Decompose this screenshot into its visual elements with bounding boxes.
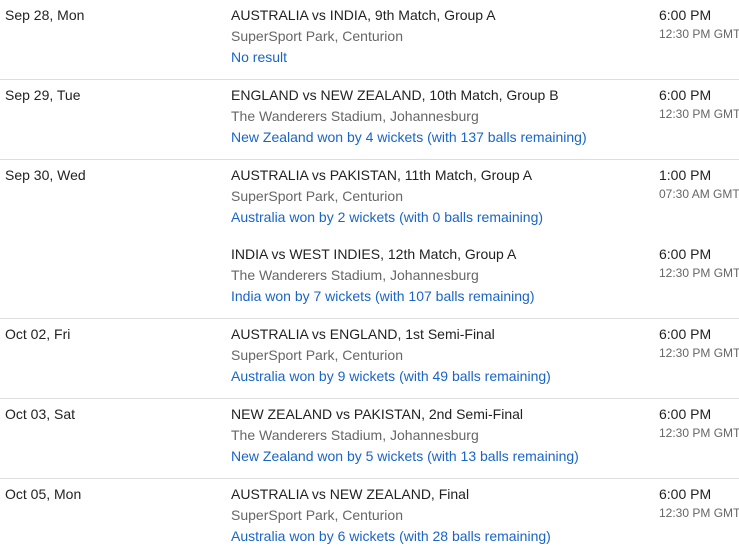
schedule-day: Oct 05, Mon AUSTRALIA vs NEW ZEALAND, Fi… [0, 479, 739, 558]
match-result-link[interactable]: New Zealand won by 4 wickets (with 137 b… [231, 129, 587, 145]
match-date: Sep 29, Tue [5, 87, 81, 103]
match-row: Sep 28, Mon AUSTRALIA vs INDIA, 9th Matc… [0, 0, 739, 79]
match-row: Sep 30, Wed AUSTRALIA vs PAKISTAN, 11th … [0, 160, 739, 239]
match-title: INDIA vs WEST INDIES, 12th Match, Group … [231, 246, 517, 262]
match-title: NEW ZEALAND vs PAKISTAN, 2nd Semi-Final [231, 406, 523, 422]
gmt-time: 12:30 PM GMT [659, 506, 739, 520]
match-result-link[interactable]: India won by 7 wickets (with 107 balls r… [231, 288, 534, 304]
match-row: Oct 05, Mon AUSTRALIA vs NEW ZEALAND, Fi… [0, 479, 739, 558]
match-row: Sep 29, Tue ENGLAND vs NEW ZEALAND, 10th… [0, 80, 739, 159]
schedule-day: Oct 02, Fri AUSTRALIA vs ENGLAND, 1st Se… [0, 319, 739, 399]
match-venue: The Wanderers Stadium, Johannesburg [231, 267, 479, 283]
match-result-link[interactable]: No result [231, 49, 287, 65]
match-venue: SuperSport Park, Centurion [231, 188, 403, 204]
schedule-day: Sep 29, Tue ENGLAND vs NEW ZEALAND, 10th… [0, 80, 739, 160]
match-result-link[interactable]: New Zealand won by 5 wickets (with 13 ba… [231, 448, 579, 464]
match-title: ENGLAND vs NEW ZEALAND, 10th Match, Grou… [231, 87, 559, 103]
match-date: Sep 28, Mon [5, 7, 85, 23]
gmt-time: 12:30 PM GMT [659, 27, 739, 41]
match-result-link[interactable]: Australia won by 2 wickets (with 0 balls… [231, 209, 543, 225]
gmt-time: 12:30 PM GMT [659, 266, 739, 280]
schedule-day: Sep 28, Mon AUSTRALIA vs INDIA, 9th Matc… [0, 0, 739, 80]
match-date: Oct 02, Fri [5, 326, 71, 342]
match-title: AUSTRALIA vs PAKISTAN, 11th Match, Group… [231, 167, 533, 183]
match-date: Oct 03, Sat [5, 406, 76, 422]
match-result-link[interactable]: Australia won by 9 wickets (with 49 ball… [231, 368, 551, 384]
match-title: AUSTRALIA vs INDIA, 9th Match, Group A [231, 7, 496, 23]
match-venue: SuperSport Park, Centurion [231, 347, 403, 363]
local-time: 6:00 PM [659, 326, 712, 342]
match-result-link[interactable]: Australia won by 6 wickets (with 28 ball… [231, 528, 551, 544]
match-date: Oct 05, Mon [5, 486, 82, 502]
match-venue: The Wanderers Stadium, Johannesburg [231, 427, 479, 443]
match-schedule: Sep 28, Mon AUSTRALIA vs INDIA, 9th Matc… [0, 0, 739, 558]
match-row: Oct 03, Sat NEW ZEALAND vs PAKISTAN, 2nd… [0, 399, 739, 478]
local-time: 6:00 PM [659, 7, 712, 23]
local-time: 6:00 PM [659, 486, 712, 502]
schedule-day: Sep 30, Wed AUSTRALIA vs PAKISTAN, 11th … [0, 160, 739, 319]
match-title: AUSTRALIA vs NEW ZEALAND, Final [231, 486, 470, 502]
gmt-time: 12:30 PM GMT [659, 107, 739, 121]
match-date: Sep 30, Wed [5, 167, 86, 183]
gmt-time: 07:30 AM GMT [659, 187, 739, 201]
local-time: 6:00 PM [659, 246, 712, 262]
local-time: 6:00 PM [659, 406, 712, 422]
match-row: Oct 02, Fri AUSTRALIA vs ENGLAND, 1st Se… [0, 319, 739, 398]
match-venue: The Wanderers Stadium, Johannesburg [231, 108, 479, 124]
match-venue: SuperSport Park, Centurion [231, 28, 403, 44]
schedule-day: Oct 03, Sat NEW ZEALAND vs PAKISTAN, 2nd… [0, 399, 739, 479]
local-time: 1:00 PM [659, 167, 712, 183]
match-venue: SuperSport Park, Centurion [231, 507, 403, 523]
match-row: INDIA vs WEST INDIES, 12th Match, Group … [0, 239, 739, 318]
match-title: AUSTRALIA vs ENGLAND, 1st Semi-Final [231, 326, 495, 342]
gmt-time: 12:30 PM GMT [659, 346, 739, 360]
local-time: 6:00 PM [659, 87, 712, 103]
gmt-time: 12:30 PM GMT [659, 426, 739, 440]
